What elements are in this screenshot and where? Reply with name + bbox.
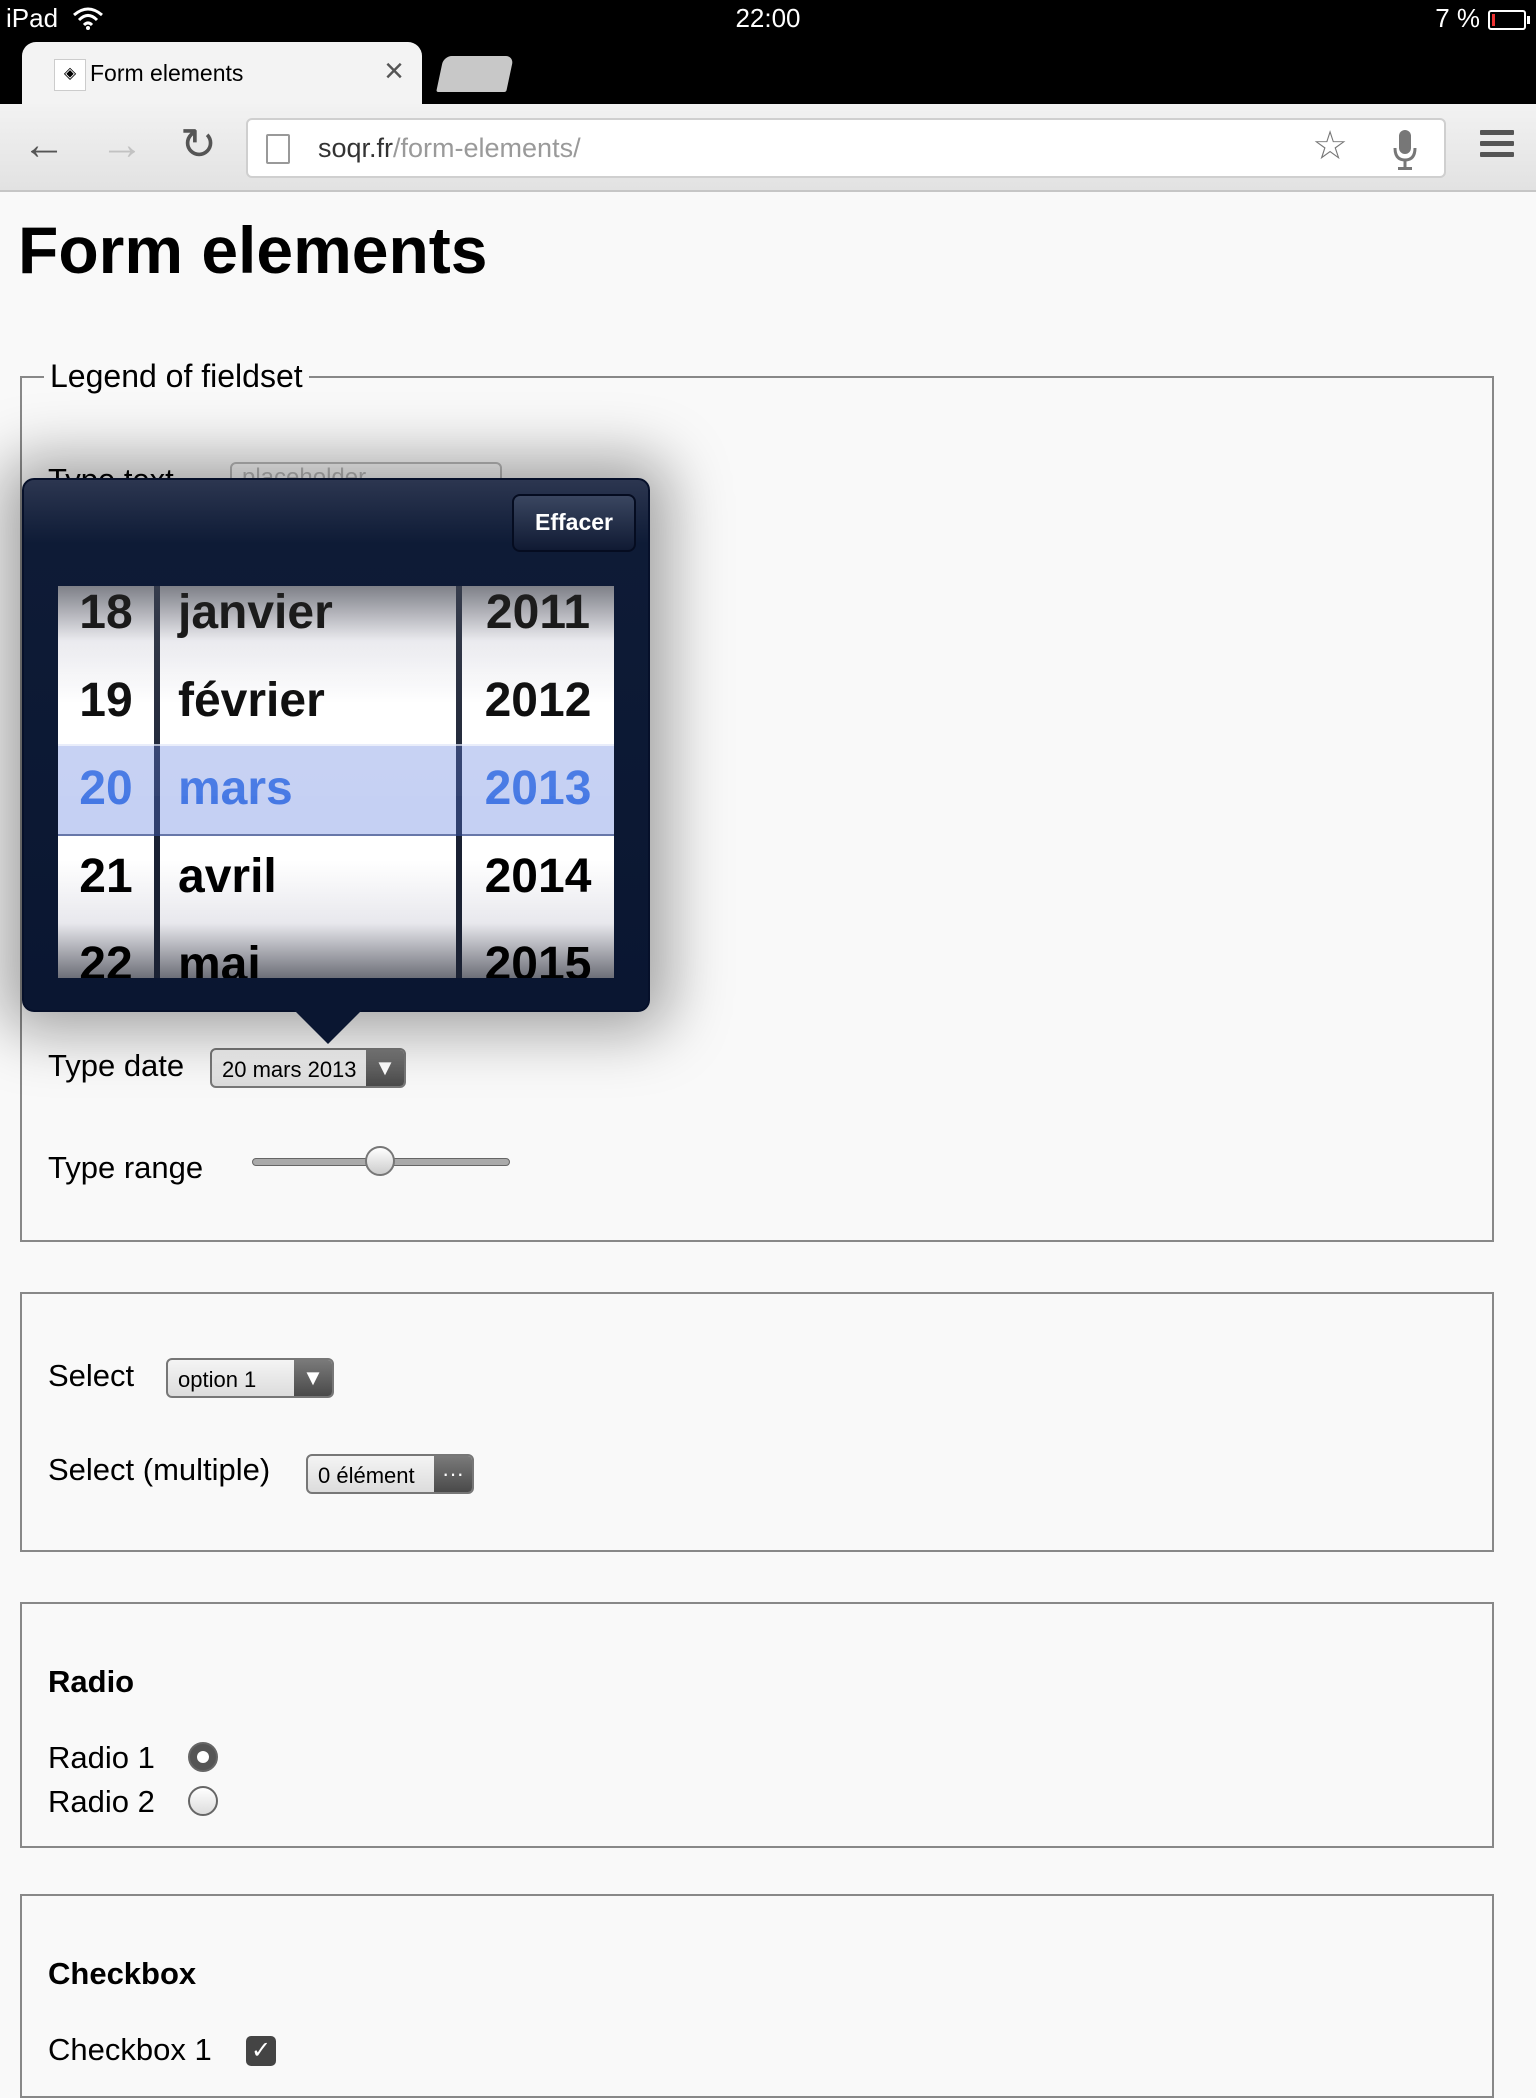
- reload-icon[interactable]: ↻: [180, 118, 217, 172]
- fieldset-select: Select option 1 ▼ Select (multiple) 0 él…: [20, 1292, 1494, 1552]
- tab-strip: ◈ Form elements ×: [0, 40, 1536, 104]
- tab-title: Form elements: [90, 60, 244, 86]
- range-label: Type range: [48, 1150, 204, 1185]
- day-item[interactable]: 21: [58, 833, 154, 921]
- month-item[interactable]: février: [160, 657, 456, 745]
- checkbox-heading: Checkbox: [48, 1956, 197, 1991]
- select-label: Select: [48, 1358, 135, 1393]
- more-icon: ···: [434, 1456, 472, 1492]
- browser-toolbar: ← → ↻ soqr.fr/form-elements/ ☆: [0, 104, 1536, 192]
- date-label: Type date: [48, 1048, 185, 1083]
- back-arrow-icon[interactable]: ←: [22, 118, 66, 172]
- date-value: 20 mars 2013: [222, 1057, 357, 1082]
- checkbox-1-label: Checkbox 1: [48, 2032, 212, 2067]
- day-item[interactable]: 18: [58, 586, 154, 657]
- year-item[interactable]: 2011: [462, 586, 614, 657]
- select-value: option 1: [178, 1367, 257, 1392]
- status-bar: iPad 22:00 7 %: [0, 0, 1536, 40]
- url-text[interactable]: soqr.fr/form-elements/: [318, 133, 581, 164]
- range-thumb[interactable]: [365, 1146, 395, 1176]
- month-item[interactable]: mai: [160, 921, 456, 978]
- clock: 22:00: [735, 3, 801, 33]
- year-item[interactable]: 2012: [462, 657, 614, 745]
- address-bar[interactable]: soqr.fr/form-elements/ ☆: [246, 118, 1446, 178]
- clear-button[interactable]: Effacer: [512, 494, 636, 552]
- chevron-down-icon: ▼: [294, 1360, 332, 1396]
- fieldset-checkbox: Checkbox Checkbox 1 ✓: [20, 1894, 1494, 2098]
- day-item[interactable]: 19: [58, 657, 154, 745]
- date-picker-wheels: 18 19 20 21 22 janvier février mars avri…: [58, 586, 614, 978]
- day-item[interactable]: 22: [58, 921, 154, 978]
- select-multiple-label: Select (multiple): [48, 1452, 271, 1487]
- year-item[interactable]: 2014: [462, 833, 614, 921]
- menu-icon[interactable]: [1480, 130, 1514, 160]
- bookmark-star-icon[interactable]: ☆: [1312, 123, 1348, 169]
- page-icon: [266, 134, 290, 164]
- forward-arrow-icon[interactable]: →: [100, 118, 144, 172]
- radio-2-label: Radio 2: [48, 1784, 155, 1819]
- favicon-icon: ◈: [54, 59, 86, 91]
- close-tab-icon[interactable]: ×: [384, 52, 404, 91]
- select-multiple-value: 0 élément: [318, 1463, 415, 1488]
- fieldset-legend: Legend of fieldset: [44, 358, 309, 395]
- chevron-down-icon: ▼: [366, 1050, 404, 1086]
- page-title: Form elements: [18, 213, 488, 287]
- radio-1[interactable]: [188, 1742, 218, 1772]
- popover-arrow: [294, 1010, 362, 1044]
- date-input[interactable]: 20 mars 2013 ▼: [210, 1048, 406, 1088]
- month-item[interactable]: janvier: [160, 586, 456, 657]
- select-multiple[interactable]: 0 élément ···: [306, 1454, 474, 1494]
- year-item[interactable]: 2015: [462, 921, 614, 978]
- date-picker-popover: Effacer 18 19 20 21 22 janvier février m…: [22, 478, 650, 1044]
- radio-heading: Radio: [48, 1664, 135, 1699]
- battery-icon: [1488, 10, 1530, 30]
- select-dropdown[interactable]: option 1 ▼: [166, 1358, 334, 1398]
- fieldset-radio: Radio Radio 1 Radio 2: [20, 1602, 1494, 1848]
- microphone-icon[interactable]: [1392, 128, 1418, 172]
- selection-band: [58, 744, 614, 836]
- battery-percent: 7 %: [1435, 3, 1480, 33]
- month-item[interactable]: avril: [160, 833, 456, 921]
- radio-1-label: Radio 1: [48, 1740, 155, 1775]
- new-tab-button[interactable]: [436, 56, 514, 92]
- radio-2[interactable]: [188, 1786, 218, 1816]
- tab-form-elements[interactable]: ◈ Form elements ×: [22, 42, 422, 104]
- checkbox-1[interactable]: ✓: [246, 2036, 276, 2066]
